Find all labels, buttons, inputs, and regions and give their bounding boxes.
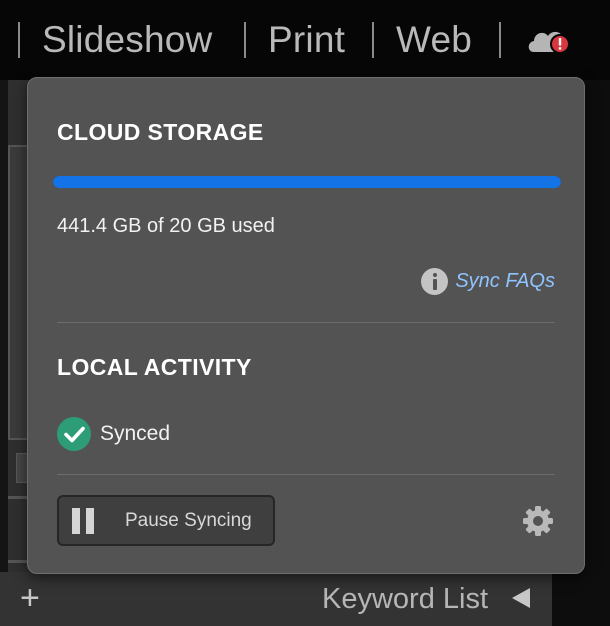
sync-status-text: Synced: [100, 422, 171, 445]
add-keyword-button[interactable]: +: [20, 578, 40, 618]
module-separator: [18, 22, 20, 58]
storage-progress-bar: [53, 176, 561, 188]
pause-icon: [71, 507, 97, 534]
info-icon: [421, 267, 449, 295]
pause-syncing-label: Pause Syncing: [125, 509, 252, 531]
storage-usage-text: 441.4 GB of 20 GB used: [57, 215, 275, 237]
module-separator: [244, 22, 246, 58]
section-divider: [57, 474, 555, 475]
storage-progress-fill: [53, 176, 561, 188]
cloud-error-icon[interactable]: [524, 22, 574, 62]
section-divider: [57, 322, 555, 323]
module-picker-bar: Slideshow Print Web: [0, 0, 610, 80]
pause-syncing-button[interactable]: Pause Syncing: [57, 495, 275, 546]
sync-status-row: Synced: [57, 417, 170, 451]
keyword-list-label[interactable]: Keyword List: [322, 580, 488, 618]
check-circle-icon: [57, 417, 91, 451]
module-separator: [372, 22, 374, 58]
sync-faq-row[interactable]: Sync FAQs: [421, 266, 555, 296]
sync-faq-link[interactable]: Sync FAQs: [455, 270, 555, 293]
lightroom-window: Slideshow Print Web + Keyword List CLOUD…: [0, 0, 610, 626]
cloud-sync-popover: CLOUD STORAGE 441.4 GB of 20 GB used Syn…: [27, 77, 585, 574]
local-activity-title: LOCAL ACTIVITY: [57, 354, 252, 380]
gear-icon[interactable]: [521, 504, 555, 538]
module-slideshow[interactable]: Slideshow: [42, 18, 212, 62]
cloud-storage-title: CLOUD STORAGE: [57, 119, 264, 145]
module-separator: [499, 22, 501, 58]
module-print[interactable]: Print: [268, 18, 345, 62]
module-web[interactable]: Web: [396, 18, 472, 62]
triangle-left-icon[interactable]: [512, 588, 530, 608]
panel-edge: [0, 80, 8, 626]
